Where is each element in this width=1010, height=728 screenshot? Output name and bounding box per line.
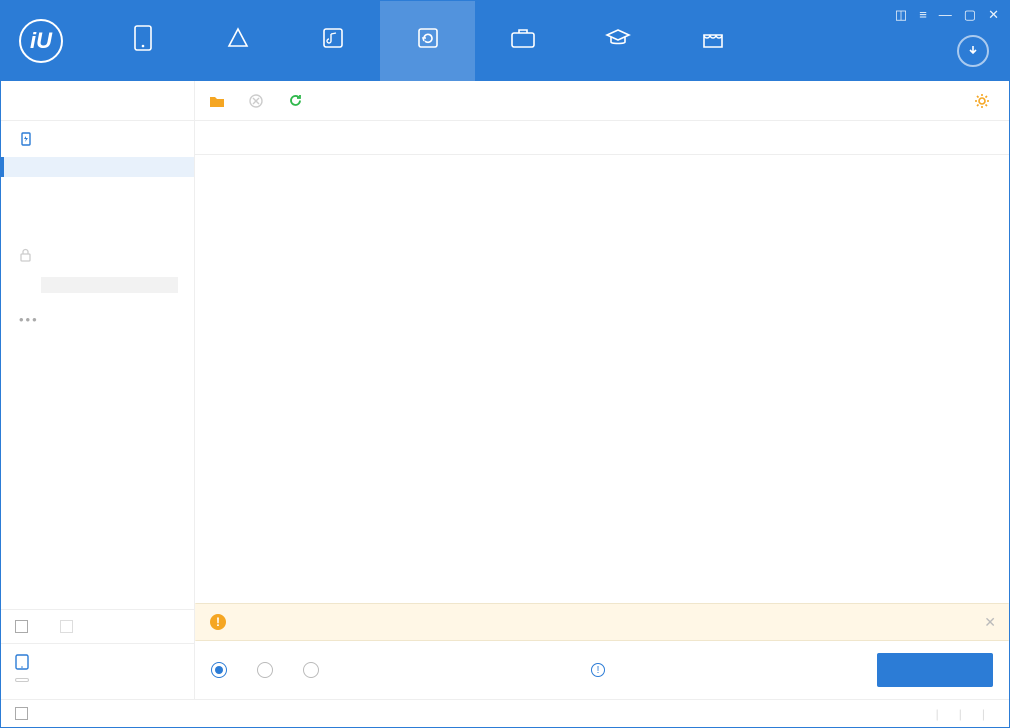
lock-icon (19, 248, 32, 262)
minimize-icon[interactable]: — (939, 7, 952, 23)
sub-header (1, 81, 1009, 121)
open-folder-button[interactable] (209, 93, 230, 109)
main: ••• (1, 121, 1009, 699)
footer: | | | (1, 699, 1009, 727)
auto-activate-checkbox[interactable] (15, 620, 28, 633)
action-bar: ! (195, 641, 1009, 699)
info-icon: ! (591, 663, 605, 677)
graduation-icon (605, 25, 631, 51)
sidebar-checkboxes (1, 610, 194, 643)
close-warning-icon[interactable]: ✕ (984, 614, 996, 631)
nav-toolbox[interactable] (475, 1, 570, 81)
warning-icon: ! (210, 614, 226, 630)
logo-icon: iU (19, 19, 63, 63)
folder-icon (209, 93, 225, 109)
tablet-icon (15, 654, 29, 670)
nav-tutorials[interactable] (570, 1, 665, 81)
maximize-icon[interactable]: ▢ (964, 7, 976, 23)
sidebar-section-jailbreak (1, 237, 194, 273)
sidebar-section-more[interactable]: ••• (1, 301, 194, 338)
logo: iU (1, 19, 85, 63)
option-keep-data[interactable] (211, 662, 233, 678)
radio-icon (303, 662, 319, 678)
sidebar-item-other[interactable] (1, 338, 194, 358)
nav-apps[interactable] (190, 1, 285, 81)
nav-store[interactable] (665, 1, 760, 81)
sidebar-item-download-fw[interactable] (1, 358, 194, 378)
sidebar-item-oneclick[interactable] (1, 157, 194, 177)
sidebar-item-advanced[interactable] (1, 378, 194, 398)
device-name (15, 654, 180, 670)
menu-icon[interactable]: ≡ (919, 7, 927, 23)
more-icon: ••• (19, 312, 39, 327)
warning-bar: ! ✕ (195, 603, 1009, 641)
close-icon[interactable]: ✕ (988, 7, 999, 23)
block-itunes-checkbox[interactable] (15, 707, 28, 720)
delete-button[interactable] (248, 93, 269, 109)
connection-status (1, 81, 195, 120)
nav-ringtones[interactable] (285, 1, 380, 81)
jailbreak-note (41, 277, 178, 293)
delete-icon (248, 93, 264, 109)
flash-settings-button[interactable] (974, 93, 995, 109)
sidebar-item-pro[interactable] (1, 197, 194, 217)
sidebar-item-itunes[interactable] (1, 177, 194, 197)
option-normal[interactable] (257, 662, 279, 678)
nav-flash[interactable] (380, 1, 475, 81)
flash-now-button[interactable] (877, 653, 993, 687)
device-block[interactable] (1, 643, 194, 699)
refresh-icon (287, 93, 303, 109)
top-nav (95, 1, 760, 81)
nav-my-device[interactable] (95, 1, 190, 81)
download-progress-icon[interactable] (957, 35, 989, 67)
flash-icon (19, 132, 33, 146)
refresh-icon (415, 25, 441, 51)
phone-icon (130, 25, 156, 51)
sidebar-item-batch[interactable] (1, 217, 194, 237)
theme-icon[interactable]: ◫ (895, 7, 907, 23)
sidebar-section-flash[interactable] (1, 121, 194, 157)
music-icon (320, 25, 346, 51)
toolbox-icon (510, 25, 536, 51)
window-controls: ◫ ≡ — ▢ ✕ (895, 7, 999, 23)
content: ! ✕ ! (195, 121, 1009, 699)
skip-guide-checkbox[interactable] (60, 620, 73, 633)
radio-icon (211, 662, 227, 678)
gear-icon (974, 93, 990, 109)
option-anti-recovery[interactable] (303, 662, 325, 678)
radio-icon (257, 662, 273, 678)
refresh-button[interactable] (287, 93, 308, 109)
store-icon (700, 25, 726, 51)
toolbar (195, 81, 1009, 120)
device-storage (15, 678, 29, 682)
table-header (195, 121, 1009, 155)
app-header: iU (1, 1, 1009, 81)
sidebar: ••• (1, 121, 195, 699)
apps-icon (225, 25, 251, 51)
